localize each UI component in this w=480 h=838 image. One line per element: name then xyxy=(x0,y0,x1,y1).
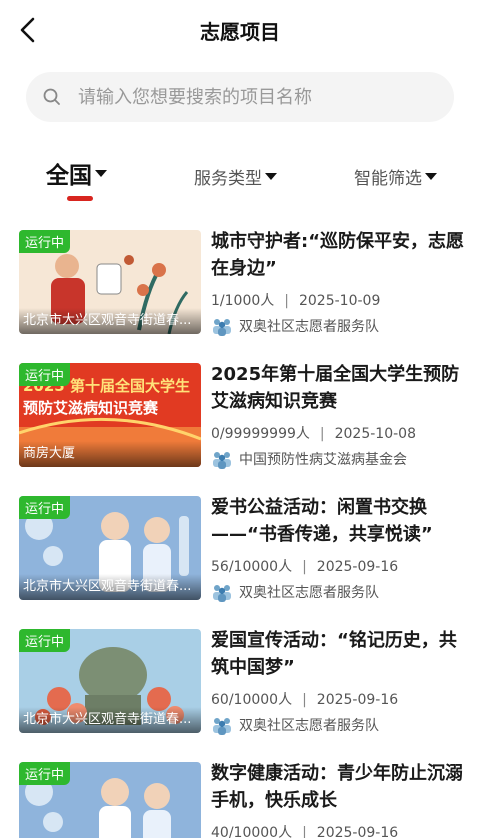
project-title: 数字健康活动：青少年防止沉溺手机，快乐成长 xyxy=(211,763,463,811)
caret-down-icon xyxy=(265,173,277,180)
thumbnail-caption: 北京市大兴区观音寺街道春... xyxy=(19,574,201,600)
project-thumbnail: 2025 第十届全国大学生 预防艾滋病知识竞赛 运行中 商房大厦 xyxy=(19,363,201,467)
project-info: 数字健康活动：青少年防止沉溺手机，快乐成长 40/10000人 | 2025-09-… xyxy=(211,760,465,838)
project-date: 2025-09-16 xyxy=(316,559,399,575)
filter-label: 全国 xyxy=(46,163,92,189)
organizer: 中国预防性病艾滋病基金会 xyxy=(211,449,465,469)
filter-label: 智能筛选 xyxy=(354,169,422,189)
status-badge: 运行中 xyxy=(19,363,71,386)
participant-count: 40/10000人 xyxy=(211,825,293,838)
meta-separator: | xyxy=(302,559,307,575)
search-input[interactable] xyxy=(78,86,418,108)
status-badge: 运行中 xyxy=(19,762,71,785)
project-meta: 40/10000人 | 2025-09-16 xyxy=(211,822,465,838)
filter-region[interactable]: 全国 xyxy=(46,156,107,190)
participant-count: 1/1000人 xyxy=(211,293,275,309)
project-title: 爱国宣传活动：“铭记历史，共筑中国梦” xyxy=(211,630,457,678)
list-item[interactable]: 运行中 北京市大兴区观音寺街道春... 爱国宣传活动：“铭记历史，共筑中国梦” … xyxy=(0,621,480,739)
project-info: 爱国宣传活动：“铭记历史，共筑中国梦” 60/10000人 | 2025-09-16… xyxy=(211,627,465,735)
project-title: 2025年第十届全国大学生预防艾滋病知识竞赛 xyxy=(211,364,460,412)
filter-bar: 全国 服务类型 智能筛选 xyxy=(0,150,480,206)
meta-separator: | xyxy=(302,692,307,708)
list-item[interactable]: 2025 第十届全国大学生 预防艾滋病知识竞赛 运行中 商房大厦 2025年第十… xyxy=(0,355,480,473)
volunteer-group-icon xyxy=(213,452,231,469)
thumbnail-caption: 商房大厦 xyxy=(19,441,201,467)
project-meta: 60/10000人 | 2025-09-16 xyxy=(211,689,465,709)
thumbnail-caption: 北京市大兴区观音寺街道春... xyxy=(19,308,201,334)
volunteer-group-icon xyxy=(213,319,231,336)
organizer: 双奥社区志愿者服务队 xyxy=(211,316,465,336)
organizer-name: 双奥社区志愿者服务队 xyxy=(239,585,379,601)
thumbnail-caption: 北京市大兴区观音寺街道春... xyxy=(19,707,201,733)
banner-text-line2: 预防艾滋病知识竞赛 xyxy=(23,399,159,417)
status-badge: 运行中 xyxy=(19,230,71,253)
project-title: 城市守护者:“巡防保平安，志愿在身边” xyxy=(211,231,465,279)
project-thumbnail: 运行中 北京市大兴区观音寺街道春... xyxy=(19,496,201,600)
organizer-name: 双奥社区志愿者服务队 xyxy=(239,718,379,734)
participant-count: 60/10000人 xyxy=(211,692,293,708)
active-tab-indicator xyxy=(67,196,93,201)
list-item[interactable]: 运行中 数字健康活动：青少年防止沉溺手机，快乐成长 40/10000人 | 2025… xyxy=(0,754,480,838)
status-badge: 运行中 xyxy=(19,629,71,652)
meta-separator: | xyxy=(302,825,307,838)
project-thumbnail: 运行中 北京市大兴区观音寺街道春... xyxy=(19,230,201,334)
project-meta: 1/1000人 | 2025-10-09 xyxy=(211,290,465,310)
organizer-name: 中国预防性病艾滋病基金会 xyxy=(239,452,407,468)
project-date: 2025-10-09 xyxy=(298,293,381,309)
search-icon xyxy=(43,88,60,105)
project-thumbnail: 运行中 xyxy=(19,762,201,838)
organizer: 双奥社区志愿者服务队 xyxy=(211,715,465,735)
header-bar: 志愿项目 xyxy=(0,0,480,60)
list-item[interactable]: 运行中 北京市大兴区观音寺街道春... 爱书公益活动：闲置书交换——“书香传递，… xyxy=(0,488,480,606)
organizer-name: 双奥社区志愿者服务队 xyxy=(239,319,379,335)
project-date: 2025-10-08 xyxy=(334,426,416,442)
filter-smart[interactable]: 智能筛选 xyxy=(354,164,437,189)
project-info: 城市守护者:“巡防保平安，志愿在身边” 1/1000人 | 2025-10-09 双… xyxy=(211,228,465,336)
project-meta: 0/99999999人 | 2025-10-08 xyxy=(211,423,465,443)
search-bar[interactable] xyxy=(26,72,454,122)
caret-down-icon xyxy=(95,169,107,177)
caret-down-icon xyxy=(425,173,437,180)
participant-count: 56/10000人 xyxy=(211,559,293,575)
project-thumbnail: 运行中 北京市大兴区观音寺街道春... xyxy=(19,629,201,733)
meta-separator: | xyxy=(284,293,289,309)
project-date: 2025-09-16 xyxy=(316,692,399,708)
filter-service-type[interactable]: 服务类型 xyxy=(194,164,277,189)
project-title: 爱书公益活动：闲置书交换——“书香传递，共享悦读” xyxy=(211,497,433,545)
project-date: 2025-09-16 xyxy=(316,825,399,838)
volunteer-group-icon xyxy=(213,718,231,735)
volunteer-group-icon xyxy=(213,585,231,602)
status-badge: 运行中 xyxy=(19,496,71,519)
organizer: 双奥社区志愿者服务队 xyxy=(211,582,465,602)
list-item[interactable]: 运行中 北京市大兴区观音寺街道春... 城市守护者:“巡防保平安，志愿在身边” … xyxy=(0,222,480,340)
project-info: 爱书公益活动：闲置书交换——“书香传递，共享悦读” 56/10000人 | 2025… xyxy=(211,494,465,602)
meta-separator: | xyxy=(319,426,325,442)
page-title: 志愿项目 xyxy=(200,20,280,44)
filter-label: 服务类型 xyxy=(194,169,262,189)
project-meta: 56/10000人 | 2025-09-16 xyxy=(211,556,465,576)
participant-count: 0/99999999人 xyxy=(211,426,310,442)
project-info: 2025年第十届全国大学生预防艾滋病知识竞赛 0/99999999人 | 2025-… xyxy=(211,361,465,469)
